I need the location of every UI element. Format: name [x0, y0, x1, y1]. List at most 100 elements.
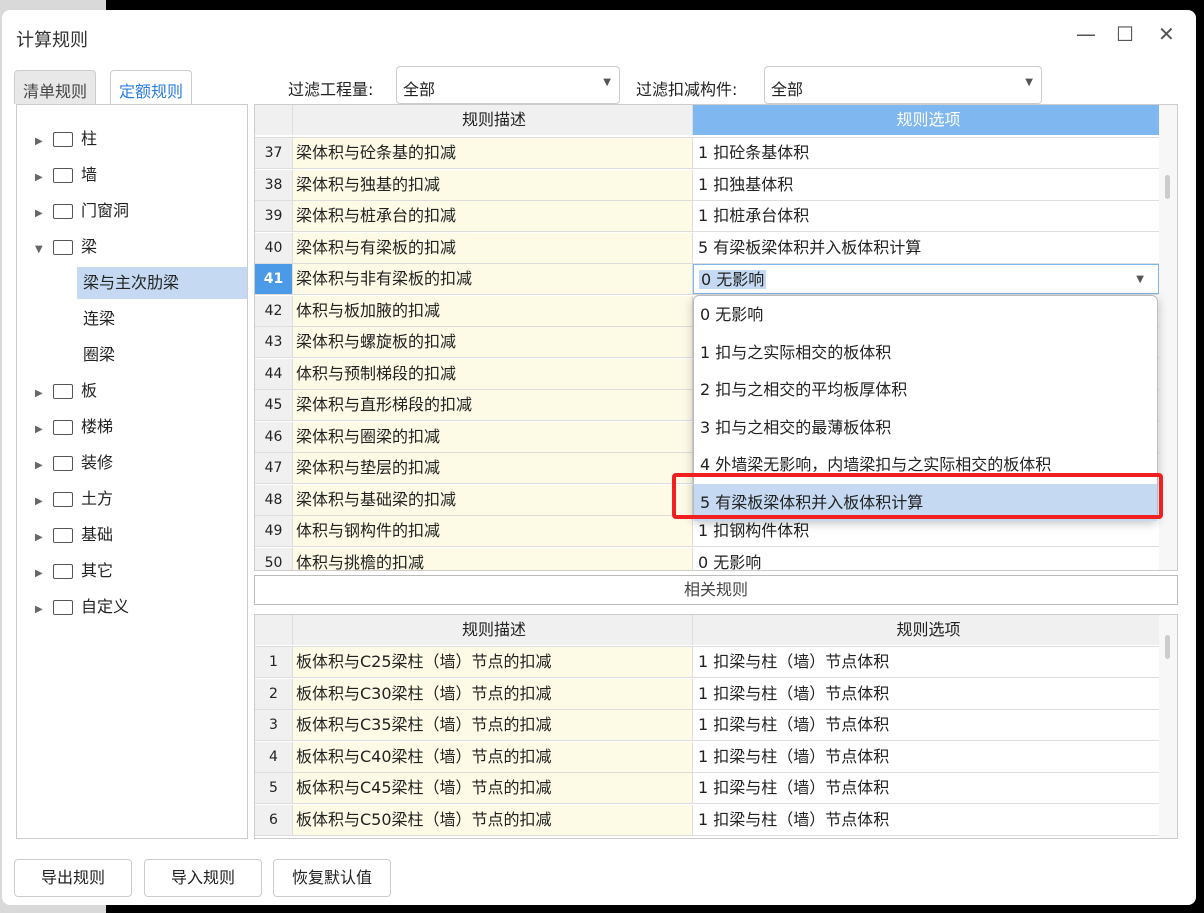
table-row[interactable]: 2 板体积与C30梁柱（墙）节点的扣减 1 扣梁与柱（墙）节点体积 — [255, 678, 1159, 710]
filter-deduct-select[interactable]: 全部 ▼ — [764, 66, 1042, 104]
filter-quantity-label: 过滤工程量: — [288, 80, 374, 99]
caret-right-icon[interactable]: ▶ — [35, 558, 49, 590]
table-row[interactable]: 40 梁体积与有梁板的扣减 5 有梁板梁体积并入板体积计算 — [255, 232, 1159, 264]
table-row[interactable]: 39 梁体积与桩承台的扣减 1 扣桩承台体积 — [255, 201, 1159, 232]
caret-down-icon[interactable]: ▼ — [35, 234, 49, 266]
tree-item[interactable]: 圈梁 — [77, 339, 247, 371]
caret-right-icon[interactable]: ▶ — [35, 378, 49, 410]
rule-option[interactable]: 1 扣梁与柱（墙）节点体积 — [693, 742, 1159, 772]
tree-item[interactable]: ▶ 板 — [17, 375, 247, 407]
header-index — [255, 615, 293, 645]
folder-icon — [53, 384, 73, 399]
caret-right-icon[interactable]: ▶ — [35, 522, 49, 554]
tree-item[interactable]: 连梁 — [77, 303, 247, 335]
table-row[interactable]: 50 体积与挑檐的扣减 0 无影响 — [255, 547, 1159, 571]
rule-option[interactable]: 1 扣砼条基体积 — [693, 138, 1159, 168]
rule-option[interactable]: 0 无影响 ▼ — [693, 264, 1159, 294]
tree-item[interactable]: ▶ 墙 — [17, 159, 247, 191]
rule-description: 梁体积与独基的扣减 — [293, 169, 693, 200]
tree-item[interactable]: ▶ 楼梯 — [17, 411, 247, 443]
rule-description: 梁体积与基础梁的扣减 — [293, 484, 693, 515]
rule-option[interactable]: 5 有梁板梁体积并入板体积计算 — [693, 233, 1159, 263]
table-row[interactable]: 6 板体积与C50梁柱（墙）节点的扣减 1 扣梁与柱（墙）节点体积 — [255, 804, 1159, 836]
filter-quantity-select[interactable]: 全部 ▼ — [396, 66, 620, 104]
close-button[interactable]: ✕ — [1158, 22, 1175, 46]
rule-option[interactable]: 1 扣梁与柱（墙）节点体积 — [693, 773, 1159, 803]
scrollbar-thumb[interactable] — [1165, 635, 1170, 659]
scrollbar-thumb[interactable] — [1165, 175, 1170, 199]
tree-item[interactable]: ▶ 装修 — [17, 447, 247, 479]
rule-option-value: 0 无影响 — [699, 270, 767, 289]
table-row[interactable]: 3 板体积与C35梁柱（墙）节点的扣减 1 扣梁与柱（墙）节点体积 — [255, 710, 1159, 741]
rule-option[interactable]: 1 扣梁与柱（墙）节点体积 — [693, 647, 1159, 677]
caret-right-icon[interactable]: ▶ — [35, 486, 49, 518]
table-row[interactable]: 4 板体积与C40梁柱（墙）节点的扣减 1 扣梁与柱（墙）节点体积 — [255, 741, 1159, 773]
chevron-down-icon[interactable]: ▼ — [1136, 265, 1144, 293]
row-index: 2 — [255, 678, 293, 709]
caret-right-icon[interactable]: ▶ — [35, 594, 49, 626]
export-rules-button[interactable]: 导出规则 — [14, 859, 132, 897]
tree-item-label: 楼梯 — [81, 417, 114, 436]
table-row[interactable]: 38 梁体积与独基的扣减 1 扣独基体积 — [255, 169, 1159, 201]
tab-bill-rules[interactable]: 清单规则 — [14, 70, 97, 104]
rule-option[interactable]: 1 扣钢构件体积 — [693, 516, 1159, 546]
rule-option[interactable]: 1 扣梁与柱（墙）节点体积 — [693, 710, 1159, 740]
caret-right-icon[interactable]: ▶ — [35, 450, 49, 482]
tree-item-label: 墙 — [81, 165, 98, 184]
folder-icon — [53, 492, 73, 507]
tree-item-label: 柱 — [81, 129, 98, 148]
rule-option[interactable]: 1 扣梁与柱（墙）节点体积 — [693, 805, 1159, 835]
tab-quota-rules[interactable]: 定额规则 — [110, 70, 193, 105]
related-grid-scrollbar[interactable] — [1159, 615, 1177, 838]
caret-right-icon[interactable]: ▶ — [35, 414, 49, 446]
rule-option[interactable]: 1 扣梁与柱（墙）节点体积 — [693, 679, 1159, 709]
caret-right-icon[interactable]: ▶ — [35, 162, 49, 194]
row-index: 44 — [255, 358, 293, 389]
row-index: 4 — [255, 741, 293, 772]
tree-item[interactable]: ▶ 柱 — [17, 123, 247, 155]
tree-item[interactable]: ▶ 其它 — [17, 555, 247, 587]
import-rules-button[interactable]: 导入规则 — [144, 859, 262, 897]
tree-item[interactable]: 梁与主次肋梁 — [77, 267, 247, 299]
rule-option-value: 5 有梁板梁体积并入板体积计算 — [698, 237, 922, 257]
reset-defaults-button[interactable]: 恢复默认值 — [273, 859, 391, 897]
row-index: 5 — [255, 773, 293, 803]
caret-right-icon[interactable]: ▶ — [35, 198, 49, 230]
rule-option[interactable]: 0 无影响 — [693, 548, 1159, 571]
rule-description: 梁体积与垫层的扣减 — [293, 453, 693, 483]
related-rules-bar[interactable]: 相关规则 — [254, 575, 1178, 605]
folder-icon — [53, 456, 73, 471]
rule-option-value: 1 扣砼条基体积 — [698, 143, 810, 162]
caret-right-icon[interactable]: ▶ — [35, 126, 49, 158]
row-index: 47 — [255, 453, 293, 483]
header-index — [255, 105, 293, 135]
tree-item-label: 梁与主次肋梁 — [83, 273, 180, 292]
dropdown-option[interactable]: 3 扣与之相交的最薄板体积 — [694, 409, 1157, 446]
table-row[interactable]: 37 梁体积与砼条基的扣减 1 扣砼条基体积 — [255, 138, 1159, 169]
dropdown-option[interactable]: 1 扣与之实际相交的板体积 — [694, 334, 1157, 371]
row-index: 40 — [255, 232, 293, 263]
dropdown-option[interactable]: 0 无影响 — [694, 296, 1157, 333]
rule-option-value: 0 无影响 — [698, 552, 762, 571]
maximize-button[interactable]: ☐ — [1116, 22, 1134, 46]
tree-item[interactable]: ▶ 门窗洞 — [17, 195, 247, 227]
rule-description: 体积与挑檐的扣减 — [293, 547, 693, 570]
tree-item[interactable]: ▼ 梁 — [17, 231, 247, 263]
minimize-button[interactable]: — — [1076, 22, 1096, 46]
table-row[interactable]: 41 梁体积与非有梁板的扣减 0 无影响 ▼ — [255, 264, 1159, 295]
dropdown-option[interactable]: 2 扣与之相交的平均板厚体积 — [694, 371, 1157, 408]
tree-item-label: 装修 — [81, 453, 114, 472]
rule-option[interactable]: 1 扣独基体积 — [693, 170, 1159, 200]
tree-item[interactable]: ▶ 自定义 — [17, 591, 247, 623]
related-rules-grid: 规则描述 规则选项 1 板体积与C25梁柱（墙）节点的扣减 1 扣梁与柱（墙）节点体… — [254, 614, 1178, 839]
tree-item-label: 土方 — [81, 489, 114, 508]
rule-option[interactable]: 1 扣桩承台体积 — [693, 201, 1159, 231]
table-row[interactable]: 1 板体积与C25梁柱（墙）节点的扣减 1 扣梁与柱（墙）节点体积 — [255, 647, 1159, 678]
table-row[interactable]: 49 体积与钢构件的扣减 1 扣钢构件体积 — [255, 516, 1159, 547]
folder-icon — [53, 240, 73, 255]
rule-description: 板体积与C45梁柱（墙）节点的扣减 — [293, 773, 693, 803]
tree-item[interactable]: ▶ 土方 — [17, 483, 247, 515]
rule-description: 梁体积与有梁板的扣减 — [293, 232, 693, 263]
table-row[interactable]: 5 板体积与C45梁柱（墙）节点的扣减 1 扣梁与柱（墙）节点体积 — [255, 773, 1159, 804]
tree-item[interactable]: ▶ 基础 — [17, 519, 247, 551]
